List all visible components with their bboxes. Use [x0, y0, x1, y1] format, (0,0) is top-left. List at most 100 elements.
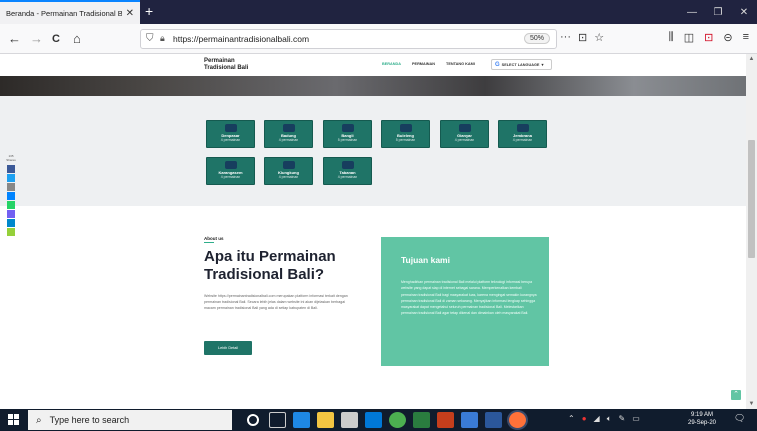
restore-button[interactable]: ❐ — [705, 0, 731, 24]
antivirus-icon[interactable]: ● — [582, 414, 587, 424]
region-count: 4 permainan — [220, 175, 241, 179]
window-controls: — ❐ ✕ — [679, 0, 757, 24]
menu-item-tentang-kami[interactable]: TENTANG KAMI — [446, 62, 475, 66]
region-map-icon — [282, 161, 295, 169]
network-icon[interactable]: ◢ — [594, 414, 600, 424]
page-actions-icon[interactable]: ··· — [560, 31, 571, 44]
site-logo[interactable]: Permainan Tradisional Bali — [204, 58, 248, 72]
region-card-klungkung[interactable]: Klungkung 4 permainan — [264, 157, 313, 185]
tujuan-card: Tujuan kami Menghadirkan permainan tradi… — [381, 237, 549, 366]
sidebar-icon[interactable]: ◫ — [684, 31, 694, 44]
region-map-icon — [224, 124, 237, 132]
page-scrollbar[interactable]: ▲ ▼ — [746, 54, 757, 409]
scroll-down-icon[interactable]: ▼ — [746, 399, 757, 409]
region-map-icon — [516, 124, 529, 132]
pocket-icon[interactable]: ⊡ — [578, 31, 587, 44]
logo-line-1: Permainan — [204, 58, 235, 64]
taskbar-clock[interactable]: 9:19 AM 29-Sep-20 — [688, 411, 716, 427]
logo-line-2: Tradisional Bali — [204, 65, 249, 71]
mail-icon[interactable] — [365, 412, 382, 428]
pocket-toolbar-icon[interactable]: ⊡ — [704, 31, 713, 44]
region-card-jembrana[interactable]: Jembrana 4 permainan — [498, 120, 547, 148]
new-tab-button[interactable]: + — [145, 3, 153, 19]
windows-start-icon[interactable] — [8, 414, 19, 425]
url-text[interactable]: https://permainantradisionalbali.com — [173, 34, 309, 44]
region-card-karangasem[interactable]: Karangasem 4 permainan — [206, 157, 255, 185]
library-icon[interactable]: ⫼ — [669, 31, 674, 44]
region-count: 4 permainan — [512, 138, 533, 142]
close-button[interactable]: ✕ — [731, 0, 757, 24]
region-card-denpasar[interactable]: Denpasar 4 permainan — [206, 120, 255, 148]
language-select[interactable]: G SELECT LANGUAGE ▾ — [491, 59, 552, 70]
region-card-badung[interactable]: Badung 4 permainan — [264, 120, 313, 148]
whatsapp-share-icon[interactable] — [7, 201, 15, 209]
file-explorer-icon[interactable] — [317, 412, 334, 428]
region-card-buleleng[interactable]: Buleleng 5 permainan — [381, 120, 430, 148]
tracking-shield-icon[interactable]: ⛉ — [146, 33, 154, 44]
back-to-top-button[interactable]: ⌃ — [731, 390, 741, 400]
keyboard-icon[interactable]: ▭ — [632, 414, 640, 424]
tray-caret-icon[interactable]: ⌃ — [568, 414, 575, 424]
chrome-icon[interactable] — [389, 412, 406, 428]
scroll-up-icon[interactable]: ▲ — [746, 54, 757, 64]
region-card-gianyar[interactable]: Gianyar 4 permainan — [440, 120, 489, 148]
lock-icon[interactable]: 🔒︎ — [160, 33, 165, 44]
word-icon[interactable] — [485, 412, 502, 428]
about-section: About us Apa itu Permainan Tradisional B… — [0, 206, 746, 409]
region-count: 4 permainan — [337, 175, 358, 179]
region-map-icon — [282, 124, 295, 132]
reload-icon[interactable]: C — [52, 31, 60, 47]
region-card-bangli[interactable]: Bangli 5 permainan — [323, 120, 372, 148]
edge-icon[interactable] — [293, 412, 310, 428]
region-count: 4 permainan — [278, 175, 299, 179]
region-count: 5 permainan — [337, 138, 358, 142]
home-icon[interactable]: ⌂ — [73, 31, 81, 47]
tab-close-icon[interactable]: ✕ — [126, 8, 134, 19]
facebook-share-icon[interactable] — [7, 165, 15, 173]
messenger-share-icon[interactable] — [7, 192, 15, 200]
scrollbar-thumb[interactable] — [748, 140, 755, 258]
site-header: Permainan Tradisional Bali BERANDA PERMA… — [0, 54, 746, 76]
photos-icon[interactable] — [461, 412, 478, 428]
notification-icon[interactable]: 🗨 — [734, 413, 747, 426]
search-icon: ⌕ — [36, 414, 42, 426]
about-divider — [204, 242, 214, 243]
menu-item-permainan[interactable]: PERMAINAN — [412, 62, 435, 66]
google-icon: G — [495, 61, 500, 68]
region-card-tabanan[interactable]: Tabanan 4 permainan — [323, 157, 372, 185]
minimize-button[interactable]: — — [679, 0, 705, 24]
pen-icon[interactable]: ✎ — [619, 414, 626, 424]
bookmark-star-icon[interactable]: ☆ — [594, 31, 604, 44]
account-icon[interactable]: ⊝ — [723, 31, 732, 44]
zoom-level[interactable]: 50% — [523, 33, 550, 44]
email-share-icon[interactable] — [7, 183, 15, 191]
powerpoint-icon[interactable] — [437, 412, 454, 428]
back-icon[interactable]: ← — [8, 31, 21, 47]
cortana-icon[interactable] — [247, 414, 259, 426]
system-tray: ⌃ ● ◢ 🔈︎ ✎ ▭ — [568, 414, 640, 424]
menu-icon[interactable]: ≡ — [743, 31, 749, 44]
volume-icon[interactable]: 🔈︎ — [607, 414, 612, 424]
url-actions: ··· ⊡ ☆ — [560, 31, 604, 44]
telegram-share-icon[interactable] — [7, 219, 15, 227]
url-bar[interactable]: ⛉ 🔒︎ https://permainantradisionalbali.co… — [140, 29, 557, 49]
lebih-detail-button[interactable]: Lebih Detail — [204, 341, 252, 355]
taskbar-apps — [244, 412, 526, 428]
web-page: Permainan Tradisional Bali BERANDA PERMA… — [0, 54, 746, 409]
publisher-icon[interactable] — [413, 412, 430, 428]
store-icon[interactable] — [341, 412, 358, 428]
windows-taskbar: ⌕ Type here to search ⌃ ● ◢ 🔈︎ ✎ ▭ 9:19 … — [0, 409, 757, 431]
menu-item-beranda[interactable]: BERANDA — [382, 62, 401, 66]
more-share-icon[interactable] — [7, 228, 15, 236]
search-placeholder: Type here to search — [49, 415, 130, 425]
toolbar-right: ⫼ ◫ ⊡ ⊝ ≡ — [669, 31, 749, 44]
task-view-icon[interactable] — [269, 412, 286, 428]
taskbar-search-box[interactable]: ⌕ Type here to search — [28, 410, 232, 430]
forward-icon[interactable]: → — [30, 31, 43, 47]
tujuan-title: Tujuan kami — [401, 255, 450, 265]
browser-tab[interactable]: Beranda - Permainan Tradisional Ba ✕ — [0, 0, 140, 24]
firefox-icon[interactable] — [509, 412, 526, 428]
language-label: SELECT LANGUAGE — [501, 62, 540, 67]
viber-share-icon[interactable] — [7, 210, 15, 218]
twitter-share-icon[interactable] — [7, 174, 15, 182]
